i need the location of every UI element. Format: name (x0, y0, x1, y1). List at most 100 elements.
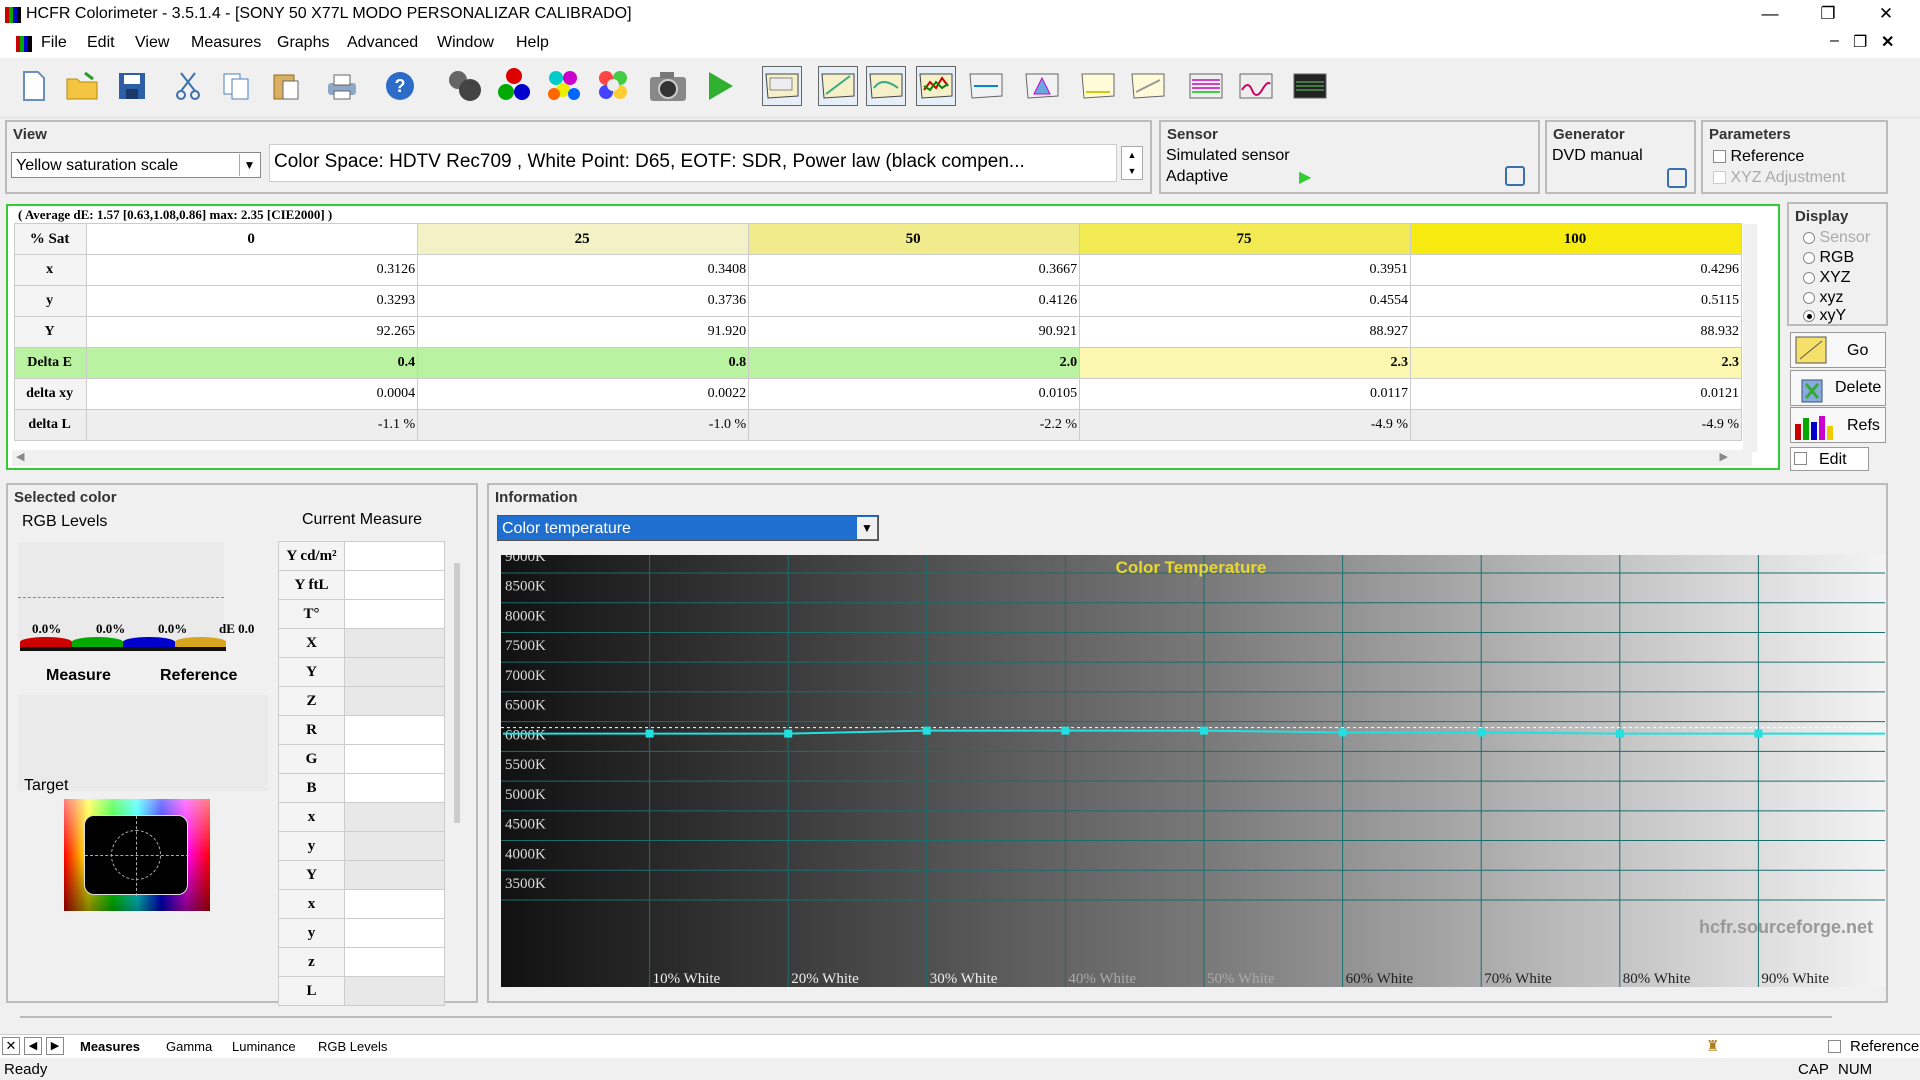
camera-icon[interactable] (648, 66, 688, 106)
chevron-down-icon[interactable]: ▼ (239, 154, 259, 176)
view-color-temp-icon[interactable] (966, 66, 1006, 106)
table-cell[interactable]: 0.0105 (748, 378, 1081, 410)
view-rgb-levels-icon[interactable] (916, 66, 956, 106)
menu-window[interactable]: Window (437, 34, 494, 52)
table-cell[interactable]: 0.0022 (417, 378, 750, 410)
mdi-minimize-button[interactable]: – (1830, 32, 1839, 50)
tab-gamma[interactable]: Gamma (166, 1039, 212, 1054)
view-cie-icon[interactable] (1022, 66, 1062, 106)
view-gamma-icon[interactable] (818, 66, 858, 106)
display-radio-rgb[interactable]: RGB (1803, 248, 1854, 268)
data-point[interactable] (1477, 728, 1486, 737)
display-radio-xyz-upper[interactable]: XYZ (1803, 268, 1851, 288)
table-cell[interactable]: 0.3408 (417, 254, 750, 286)
display-radio-xyz-lower[interactable]: xyz (1803, 288, 1843, 308)
go-button[interactable]: Go (1790, 332, 1886, 368)
data-point[interactable] (1615, 729, 1624, 738)
table-cell[interactable]: 0.3293 (86, 285, 419, 317)
colorspace-spinner[interactable]: ▲ ▼ (1121, 146, 1143, 180)
table-cell[interactable]: 2.0 (748, 347, 1081, 379)
table-cell[interactable]: 0.0004 (86, 378, 419, 410)
sensor-config-icon[interactable] (1505, 166, 1525, 186)
tab-next-icon[interactable]: ▶ (46, 1037, 64, 1055)
table-cell[interactable]: -4.9 % (1410, 409, 1742, 441)
table-cell[interactable]: 0.4 (86, 347, 419, 379)
tab-prev-icon[interactable]: ◀ (24, 1037, 42, 1055)
table-cell[interactable]: 0.8 (417, 347, 750, 379)
generator-config-icon[interactable] (1667, 168, 1687, 188)
status-reference-checkbox[interactable] (1828, 1040, 1841, 1053)
menu-file[interactable]: File (41, 34, 67, 52)
menu-advanced[interactable]: Advanced (347, 34, 418, 52)
data-point[interactable] (1754, 729, 1763, 738)
table-cell[interactable]: 0.4296 (1410, 254, 1742, 286)
view-selector[interactable]: Yellow saturation scale ▼ (11, 152, 261, 178)
table-cell[interactable]: 0.0121 (1410, 378, 1742, 410)
grid-vscroll[interactable] (1743, 224, 1757, 452)
menu-help[interactable]: Help (516, 34, 549, 52)
reference-checkbox[interactable]: Reference (1713, 148, 1804, 166)
secondary-measure-icon[interactable] (544, 66, 584, 106)
view-spectrum-icon[interactable] (1236, 66, 1276, 106)
table-cell[interactable]: 88.932 (1410, 316, 1742, 348)
new-icon[interactable] (14, 66, 54, 106)
edit-checkbox[interactable]: Edit (1790, 447, 1869, 471)
data-point[interactable] (1061, 726, 1070, 735)
mdi-close-button[interactable]: ✕ (1881, 32, 1894, 52)
tab-luminance[interactable]: Luminance (232, 1039, 296, 1054)
maximize-button[interactable]: ❐ (1800, 0, 1856, 30)
print-icon[interactable] (322, 66, 362, 106)
copy-icon[interactable] (216, 66, 256, 106)
table-cell[interactable]: -2.2 % (748, 409, 1081, 441)
table-cell[interactable]: 92.265 (86, 316, 419, 348)
scroll-right-icon[interactable]: ▶ (1720, 450, 1728, 463)
measure-scrollbar[interactable] (454, 563, 460, 823)
table-cell[interactable]: -4.9 % (1079, 409, 1412, 441)
display-radio-xyy[interactable]: xyY (1803, 306, 1846, 326)
menu-graphs[interactable]: Graphs (277, 34, 329, 52)
table-cell[interactable]: 0.3667 (748, 254, 1081, 286)
rgb-measure-icon[interactable] (494, 66, 534, 106)
close-button[interactable]: ✕ (1858, 0, 1914, 30)
table-cell[interactable]: 0.3951 (1079, 254, 1412, 286)
view-saturation-icon[interactable] (1078, 66, 1118, 106)
table-cell[interactable]: 2.3 (1410, 347, 1742, 379)
tab-rgb-levels[interactable]: RGB Levels (318, 1039, 387, 1054)
all-colors-icon[interactable] (594, 66, 634, 106)
table-cell[interactable]: 90.921 (748, 316, 1081, 348)
table-cell[interactable]: -1.1 % (86, 409, 419, 441)
sensor-play-icon[interactable]: ▶ (1299, 167, 1311, 187)
minimize-button[interactable]: — (1742, 0, 1798, 30)
table-cell[interactable]: 0.4554 (1079, 285, 1412, 317)
table-cell[interactable]: 91.920 (417, 316, 750, 348)
view-rgb-histogram-icon[interactable] (1186, 66, 1226, 106)
tab-close-icon[interactable]: ✕ (2, 1037, 20, 1055)
paste-icon[interactable] (266, 66, 306, 106)
table-cell[interactable]: 88.927 (1079, 316, 1412, 348)
data-point[interactable] (784, 729, 793, 738)
data-point[interactable] (645, 729, 654, 738)
menu-edit[interactable]: Edit (87, 34, 115, 52)
cut-icon[interactable] (168, 66, 208, 106)
view-measures-icon[interactable] (762, 66, 802, 106)
table-cell[interactable]: -1.0 % (417, 409, 750, 441)
view-oscilloscope-icon[interactable] (1290, 66, 1330, 106)
mdi-restore-button[interactable]: ❐ (1853, 32, 1867, 52)
refs-button[interactable]: Refs (1790, 407, 1886, 443)
data-point[interactable] (922, 726, 931, 735)
open-folder-icon[interactable] (62, 66, 102, 106)
scroll-left-icon[interactable]: ◀ (16, 450, 24, 463)
menu-view[interactable]: View (135, 34, 169, 52)
info-selector[interactable]: Color temperature ▼ (497, 515, 879, 541)
save-icon[interactable] (112, 66, 152, 106)
table-cell[interactable]: 0.3736 (417, 285, 750, 317)
data-point[interactable] (1338, 728, 1347, 737)
delete-button[interactable]: Delete (1790, 370, 1886, 406)
tab-measures[interactable]: Measures (80, 1039, 140, 1054)
play-icon[interactable] (700, 66, 740, 106)
table-cell[interactable]: 0.0117 (1079, 378, 1412, 410)
view-luminance-icon[interactable] (866, 66, 906, 106)
data-point[interactable] (1200, 726, 1208, 735)
grid-hscroll[interactable]: ◀ ▶ (12, 450, 1752, 466)
table-cell[interactable]: 0.3126 (86, 254, 419, 286)
